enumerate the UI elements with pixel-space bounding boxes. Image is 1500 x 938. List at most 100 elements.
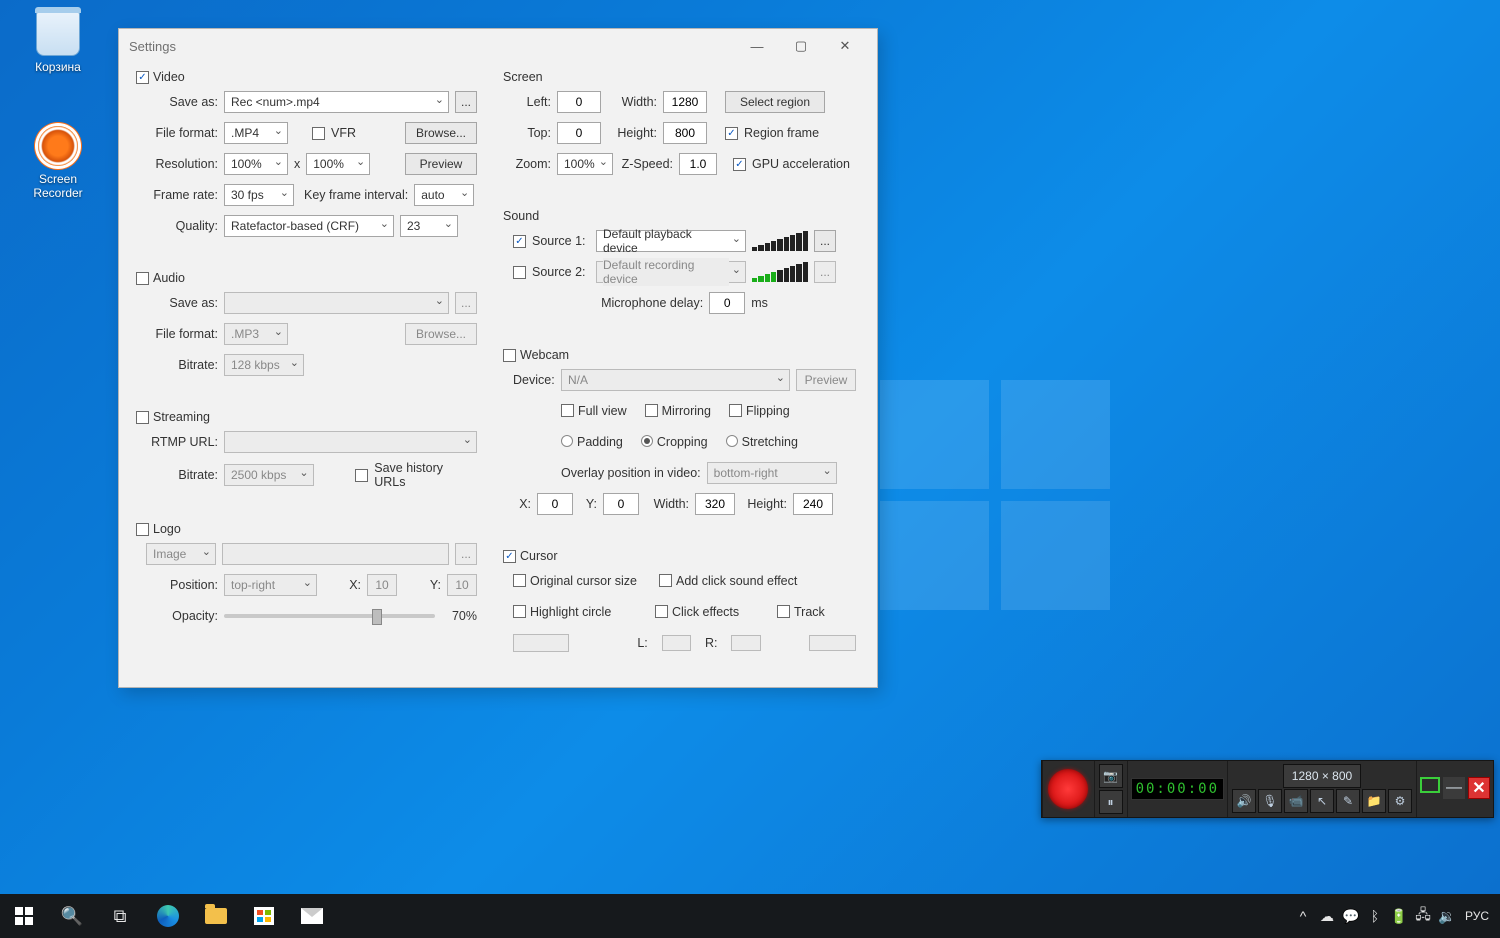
webcam-width-field[interactable] bbox=[695, 493, 735, 515]
task-view-button[interactable]: ⧉ bbox=[96, 894, 144, 938]
fullview-checkbox[interactable] bbox=[561, 404, 574, 417]
padding-radio[interactable] bbox=[561, 435, 573, 447]
video-enable-checkbox[interactable] bbox=[136, 71, 149, 84]
toolbar-settings-button[interactable]: ⚙ bbox=[1388, 789, 1412, 813]
framerate-select[interactable]: 30 fps bbox=[224, 184, 294, 206]
flipping-checkbox[interactable] bbox=[729, 404, 742, 417]
minimize-button[interactable]: — bbox=[735, 32, 779, 60]
tray-battery-icon[interactable]: 🔋 bbox=[1388, 905, 1410, 927]
quality-value-select[interactable]: 23 bbox=[400, 215, 458, 237]
region-frame-checkbox[interactable] bbox=[725, 127, 738, 140]
group-sound: Sound Source 1: Default playback device … bbox=[502, 210, 865, 331]
start-button[interactable] bbox=[0, 894, 48, 938]
zspeed-field[interactable] bbox=[679, 153, 717, 175]
click-sound-checkbox[interactable] bbox=[659, 574, 672, 587]
screen-height-field[interactable] bbox=[663, 122, 707, 144]
cursor-enable-checkbox[interactable] bbox=[503, 550, 516, 563]
close-button[interactable]: ✕ bbox=[823, 32, 867, 60]
store-icon bbox=[254, 907, 274, 925]
original-size-checkbox[interactable] bbox=[513, 574, 526, 587]
logo-x-field bbox=[367, 574, 397, 596]
recorder-toolbar[interactable]: 📷 ⏸ 00:00:00 1280 × 800 🔊 🎙 📹 ↖ ✎ 📁 ⚙ — … bbox=[1041, 760, 1494, 818]
mic-delay-field[interactable] bbox=[709, 292, 745, 314]
webcam-y-field[interactable] bbox=[603, 493, 639, 515]
cropping-radio[interactable] bbox=[641, 435, 653, 447]
group-cursor: Cursor Original cursor size Add click so… bbox=[502, 550, 865, 671]
history-urls-checkbox[interactable] bbox=[355, 469, 368, 482]
webcam-enable-checkbox[interactable] bbox=[503, 349, 516, 362]
keyframe-select[interactable]: auto bbox=[414, 184, 474, 206]
mic-toggle[interactable]: 🎙 bbox=[1258, 789, 1282, 813]
desktop-icon-recycle-bin[interactable]: Корзина bbox=[18, 12, 98, 74]
tray-volume-icon[interactable]: 🔉 bbox=[1436, 905, 1458, 927]
tray-network-icon[interactable]: 🖧 bbox=[1412, 905, 1434, 927]
screenshot-button[interactable]: 📷 bbox=[1099, 764, 1123, 788]
logo-y-field bbox=[447, 574, 477, 596]
streaming-enable-checkbox[interactable] bbox=[136, 411, 149, 424]
click-effects-checkbox[interactable] bbox=[655, 605, 668, 618]
source1-checkbox[interactable] bbox=[513, 235, 526, 248]
webcam-x-field[interactable] bbox=[537, 493, 573, 515]
region-indicator-icon[interactable] bbox=[1420, 777, 1440, 793]
video-format-select[interactable]: .MP4 bbox=[224, 122, 288, 144]
taskbar-store[interactable] bbox=[240, 894, 288, 938]
taskbar-explorer[interactable] bbox=[192, 894, 240, 938]
vfr-checkbox[interactable] bbox=[312, 127, 325, 140]
open-folder-button[interactable]: 📁 bbox=[1362, 789, 1386, 813]
taskbar-mail[interactable] bbox=[288, 894, 336, 938]
video-browse-button[interactable]: Browse... bbox=[405, 122, 477, 144]
toolbar-close-button[interactable]: ✕ bbox=[1468, 777, 1490, 799]
opacity-label: Opacity: bbox=[146, 609, 218, 623]
audio-format-label: File format: bbox=[146, 327, 218, 341]
video-saveas-browse-button[interactable]: ... bbox=[455, 91, 477, 113]
tray-meet-icon[interactable]: 💬 bbox=[1340, 905, 1362, 927]
webcam-toggle[interactable]: 📹 bbox=[1284, 789, 1308, 813]
track-checkbox[interactable] bbox=[777, 605, 790, 618]
draw-toggle[interactable]: ✎ bbox=[1336, 789, 1360, 813]
highlight-checkbox[interactable] bbox=[513, 605, 526, 618]
toolbar-minimize-button[interactable]: — bbox=[1443, 777, 1465, 799]
audio-enable-checkbox[interactable] bbox=[136, 272, 149, 285]
taskbar-edge[interactable] bbox=[144, 894, 192, 938]
source2-label: Source 2: bbox=[532, 265, 590, 279]
desktop-icon-screen-recorder[interactable]: Screen Recorder bbox=[18, 122, 98, 200]
video-preview-button[interactable]: Preview bbox=[405, 153, 477, 175]
gpu-checkbox[interactable] bbox=[733, 158, 746, 171]
l-color-swatch bbox=[662, 635, 691, 651]
webcam-height-field[interactable] bbox=[793, 493, 833, 515]
screen-top-field[interactable] bbox=[557, 122, 601, 144]
resolution-height-select[interactable]: 100% bbox=[306, 153, 370, 175]
stretching-radio[interactable] bbox=[726, 435, 738, 447]
titlebar[interactable]: Settings — ▢ ✕ bbox=[119, 29, 877, 63]
tray-onedrive-icon[interactable]: ☁ bbox=[1316, 905, 1338, 927]
source2-checkbox[interactable] bbox=[513, 266, 526, 279]
tray-overflow[interactable]: ^ bbox=[1292, 905, 1314, 927]
rtmp-label: RTMP URL: bbox=[146, 435, 218, 449]
logo-enable-checkbox[interactable] bbox=[136, 523, 149, 536]
group-audio: Audio Save as: ... File format: .MP3 Bro… bbox=[135, 272, 486, 393]
screen-width-field[interactable] bbox=[663, 91, 707, 113]
screen-left-field[interactable] bbox=[557, 91, 601, 113]
maximize-button[interactable]: ▢ bbox=[779, 32, 823, 60]
resolution-width-select[interactable]: 100% bbox=[224, 153, 288, 175]
source1-select[interactable]: Default playback device bbox=[596, 230, 746, 252]
source1-more-button[interactable]: ... bbox=[814, 230, 836, 252]
tray-language[interactable]: РУС bbox=[1460, 905, 1494, 927]
video-saveas-field[interactable]: Rec <num>.mp4 bbox=[224, 91, 449, 113]
keyframe-label: Key frame interval: bbox=[304, 188, 408, 202]
select-region-button[interactable]: Select region bbox=[725, 91, 825, 113]
recycle-bin-label: Корзина bbox=[18, 60, 98, 74]
resolution-label: Resolution: bbox=[146, 157, 218, 171]
search-button[interactable]: 🔍 bbox=[48, 894, 96, 938]
tray-bluetooth-icon[interactable]: ᛒ bbox=[1364, 905, 1386, 927]
mirroring-checkbox[interactable] bbox=[645, 404, 658, 417]
speaker-toggle[interactable]: 🔊 bbox=[1232, 789, 1256, 813]
webcam-x-label: X: bbox=[513, 497, 531, 511]
quality-mode-select[interactable]: Ratefactor-based (CRF) bbox=[224, 215, 394, 237]
record-button[interactable] bbox=[1048, 769, 1088, 809]
opacity-slider[interactable] bbox=[224, 614, 435, 618]
screen-top-label: Top: bbox=[513, 126, 551, 140]
pause-button[interactable]: ⏸ bbox=[1099, 790, 1123, 814]
cursor-toggle[interactable]: ↖ bbox=[1310, 789, 1334, 813]
zoom-select[interactable]: 100% bbox=[557, 153, 613, 175]
